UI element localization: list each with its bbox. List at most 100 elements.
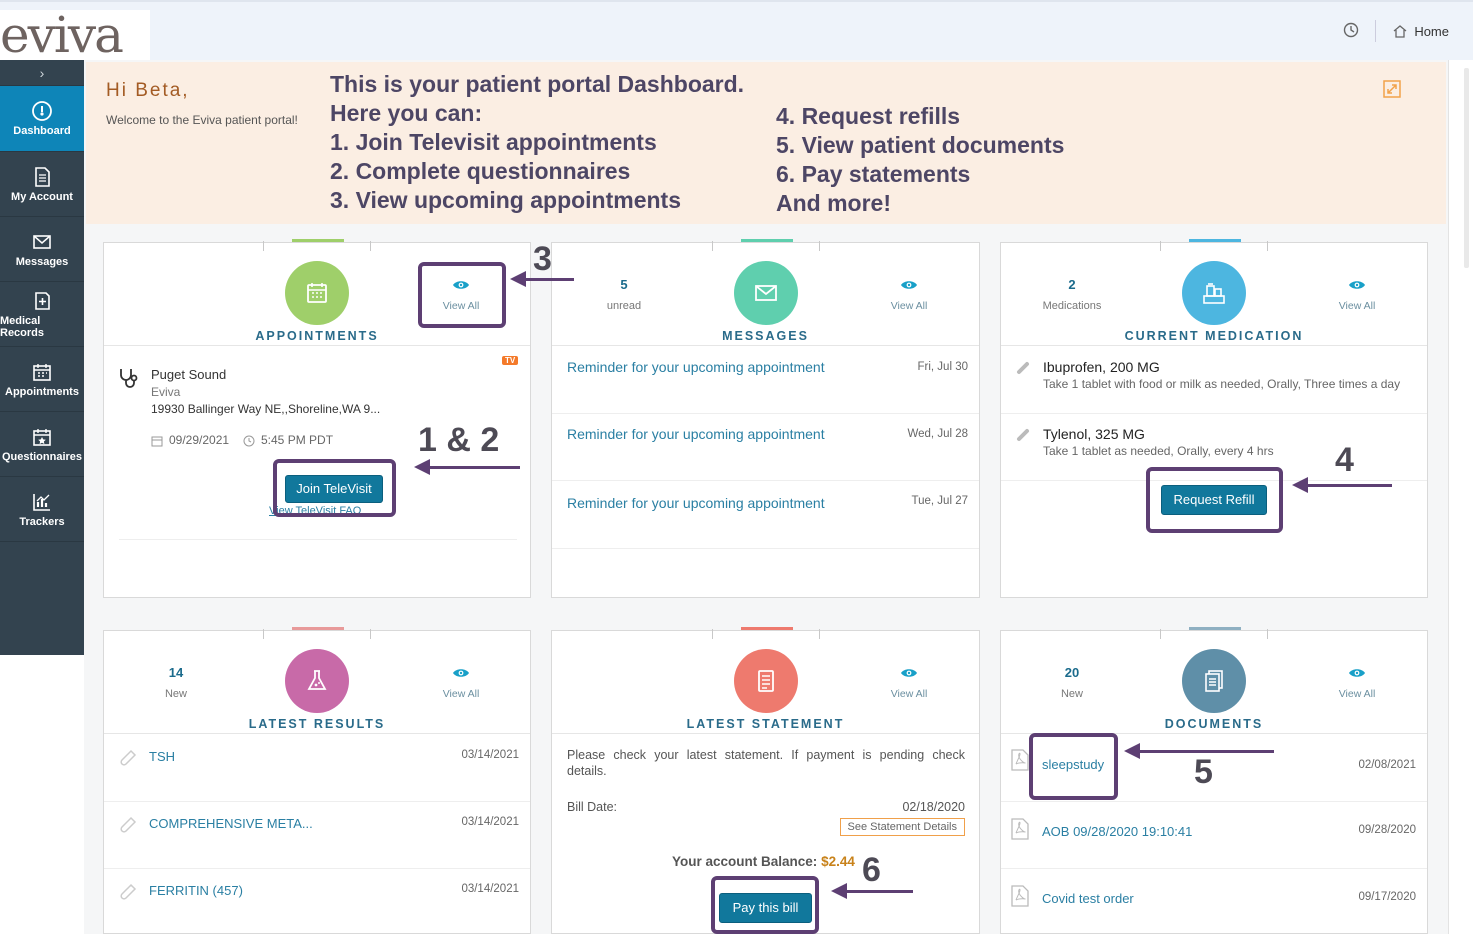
envelope-icon (754, 285, 777, 301)
card-header: 14 New LATEST RESULTS View All (104, 631, 530, 734)
card-header: 2 Medications CURRENT MEDICATION View Al… (1001, 243, 1427, 346)
pdf-icon (1011, 885, 1029, 907)
card-title: CURRENT MEDICATION (1124, 329, 1304, 343)
sidebar-item-label: Medical Records (0, 314, 45, 339)
message-row[interactable]: Reminder for your upcoming appointment T… (552, 481, 979, 549)
calendar-icon (151, 436, 163, 447)
count-number: 14 (168, 665, 184, 680)
top-bar: eviva Home (0, 0, 1473, 60)
pharmacy-icon (1203, 283, 1225, 304)
history-icon[interactable] (1343, 22, 1359, 41)
annotation-box-view-all (418, 262, 506, 328)
result-row[interactable]: FERRITIN (457) 03/14/2021 (104, 869, 530, 935)
eviva-logo[interactable]: eviva (0, 10, 124, 60)
appointment-time: 5:45 PM PDT (261, 433, 334, 447)
home-link[interactable]: Home (1392, 23, 1449, 39)
divider (1375, 20, 1377, 42)
results-circle (285, 649, 349, 713)
balance-label: Your account Balance: (672, 854, 818, 869)
view-all-label: View All (890, 688, 928, 700)
annotation-number-6: 6 (862, 851, 881, 889)
pill-icon (1017, 429, 1029, 441)
divider (119, 539, 517, 540)
message-subject[interactable]: Reminder for your upcoming appointment (567, 495, 825, 511)
message-date: Fri, Jul 30 (917, 361, 969, 373)
medication-card: 2 Medications CURRENT MEDICATION View Al… (1000, 239, 1428, 598)
balance-amount: $2.44 (821, 854, 855, 869)
appointment-date: 09/29/2021 (169, 433, 230, 447)
card-header: 5 unread MESSAGES View All (552, 243, 979, 346)
medication-directions: Take 1 tablet as needed, Orally, every 4… (1043, 444, 1274, 458)
message-subject[interactable]: Reminder for your upcoming appointment (567, 426, 825, 442)
document-name[interactable]: Covid test order (1042, 891, 1134, 906)
messages-circle (733, 261, 798, 325)
appointment-org: Eviva (151, 385, 181, 399)
questionnaire-icon (33, 428, 51, 446)
annotation-arrow (414, 459, 520, 475)
results-card: 14 New LATEST RESULTS View All TSH 03/14… (103, 627, 531, 935)
scrollbar-thumb[interactable] (1464, 68, 1469, 268)
result-row[interactable]: TSH 03/14/2021 (104, 735, 530, 802)
televisit-badge: TV (502, 356, 519, 365)
document-date: 09/17/2020 (1358, 891, 1416, 903)
result-name[interactable]: TSH (149, 749, 175, 764)
documents-circle (1182, 649, 1246, 713)
result-row[interactable]: COMPREHENSIVE META... 03/14/2021 (104, 802, 530, 869)
chart-icon (33, 493, 50, 511)
card-title: DOCUMENTS (1164, 717, 1264, 731)
view-all-label: View All (1338, 300, 1376, 312)
document-row[interactable]: Covid test order 09/17/2020 (1001, 869, 1427, 935)
sidebar-item-dashboard[interactable]: Dashboard (0, 86, 84, 152)
flask-icon (307, 670, 327, 690)
documents-count: 20 New (1027, 665, 1117, 700)
expand-icon[interactable] (1383, 80, 1401, 98)
view-all-link[interactable]: View All (426, 667, 496, 700)
promo-line: Here you can: (330, 100, 483, 126)
view-all-link[interactable]: View All (1322, 667, 1392, 700)
view-all-link[interactable]: View All (874, 667, 944, 700)
sidebar-item-label: Messages (15, 255, 69, 268)
sidebar-item-messages[interactable]: Messages (0, 217, 84, 282)
sidebar-item-trackers[interactable]: Trackers (0, 477, 84, 542)
bill-date-label: Bill Date: (567, 800, 618, 814)
document-name[interactable]: AOB 09/28/2020 19:10:41 (1042, 824, 1192, 839)
result-name[interactable]: COMPREHENSIVE META... (149, 816, 313, 831)
promo-line: 3. View upcoming appointments (330, 187, 682, 213)
pdf-icon (1011, 818, 1029, 840)
promo-line: 5. View patient documents (776, 132, 1065, 158)
document-row[interactable]: AOB 09/28/2020 19:10:41 09/28/2020 (1001, 802, 1427, 869)
test-tube-icon (120, 816, 137, 833)
view-all-link[interactable]: View All (1322, 279, 1392, 312)
message-row[interactable]: Reminder for your upcoming appointment F… (552, 347, 979, 414)
messages-card: 5 unread MESSAGES View All Reminder for … (551, 239, 980, 598)
documents-icon (1205, 670, 1223, 692)
sidebar-item-my-account[interactable]: My Account (0, 152, 84, 217)
greeting: Hi Beta, (106, 80, 190, 101)
sidebar-item-questionnaires[interactable]: Questionnaires (0, 412, 84, 477)
pdf-icon (1011, 749, 1029, 771)
result-name[interactable]: FERRITIN (457) (149, 883, 243, 898)
message-row[interactable]: Reminder for your upcoming appointment W… (552, 414, 979, 481)
promo-line: 2. Complete questionnaires (330, 158, 631, 184)
message-subject[interactable]: Reminder for your upcoming appointment (567, 359, 825, 375)
annotation-box-sleepstudy (1029, 733, 1118, 800)
promo-text-right: 4. Request refills 5. View patient docum… (776, 102, 1064, 218)
document-date: 09/28/2020 (1358, 824, 1416, 836)
view-all-link[interactable]: View All (874, 279, 944, 312)
eye-icon (1349, 281, 1365, 289)
medication-directions: Take 1 tablet with food or milk as neede… (1043, 377, 1401, 391)
annotation-number-3: 3 (533, 240, 552, 278)
see-statement-details-button[interactable]: See Statement Details (839, 818, 965, 836)
count-label: New (164, 688, 187, 700)
sidebar-item-medical-records[interactable]: Medical Records (0, 282, 84, 347)
medical-records-icon (35, 291, 50, 310)
sidebar-item-appointments[interactable]: Appointments (0, 347, 84, 412)
sidebar-toggle[interactable]: › (0, 60, 84, 86)
result-date: 03/14/2021 (461, 816, 519, 828)
card-header: 20 New DOCUMENTS View All (1001, 631, 1427, 734)
view-all-label: View All (890, 300, 928, 312)
scrollbar-track[interactable] (1448, 60, 1473, 934)
eye-icon (901, 669, 917, 677)
welcome-banner (86, 62, 1446, 224)
statement-icon (757, 670, 774, 692)
